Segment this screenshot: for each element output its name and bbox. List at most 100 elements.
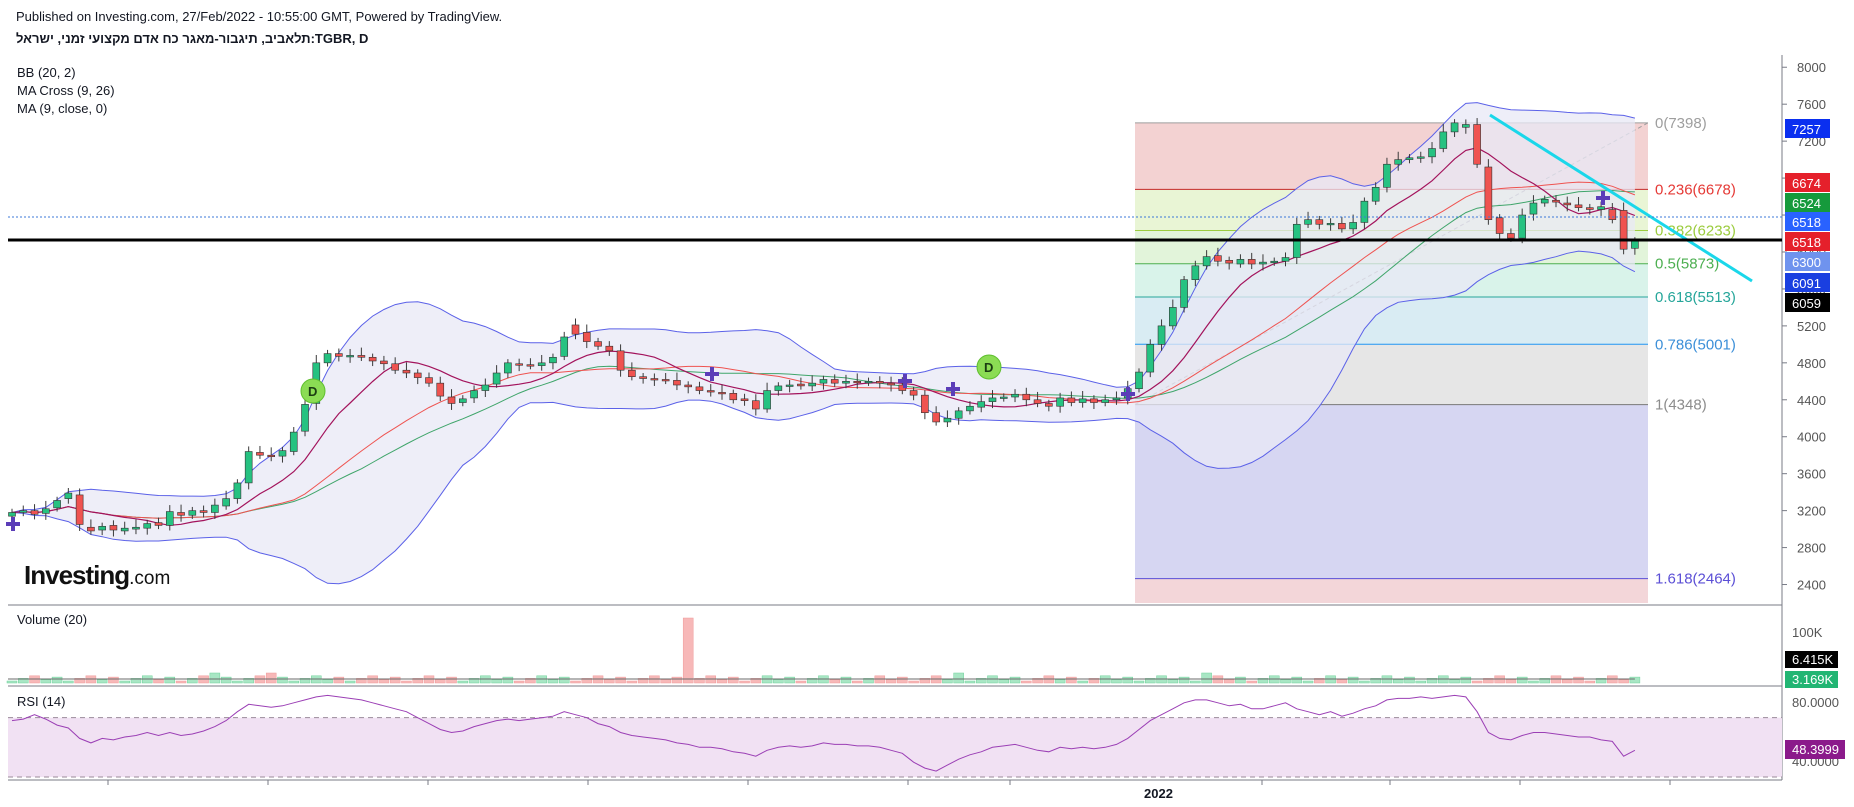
dividend-marker-letter: D	[984, 360, 993, 375]
candle-body	[1011, 393, 1019, 398]
volume-bar	[6, 680, 18, 684]
candle-body	[943, 417, 952, 423]
volume-bar	[773, 679, 784, 684]
candle-body	[244, 451, 253, 484]
volume-bar	[1336, 679, 1348, 684]
candle-body	[1281, 257, 1290, 262]
candle-body	[98, 526, 106, 531]
candle-body	[1157, 325, 1166, 345]
candle-body	[1462, 124, 1470, 128]
candle-body	[188, 510, 197, 516]
volume-bar	[513, 680, 525, 684]
candle-body	[526, 364, 535, 367]
candle-body	[1146, 344, 1155, 373]
volume-bar	[682, 617, 694, 684]
volume-bar	[344, 680, 356, 684]
candle-body	[447, 396, 456, 404]
candle-body	[1270, 260, 1279, 264]
candle-body	[1090, 398, 1098, 403]
price-axis-tick: 7600	[1797, 97, 1826, 112]
candle-body	[436, 382, 445, 397]
candle-body	[177, 512, 185, 516]
volume-bar	[1415, 680, 1426, 684]
candle-body	[1450, 122, 1459, 133]
volume-bar	[1133, 680, 1145, 684]
volume-bar	[1201, 672, 1212, 684]
volume-bar	[175, 680, 187, 684]
volume-bar	[829, 679, 840, 684]
volume-bar	[739, 680, 750, 684]
candle-body	[42, 508, 50, 514]
candle-body	[1101, 399, 1109, 403]
candle-body	[808, 382, 816, 387]
fib-level-label: 0.5(5873)	[1655, 256, 1719, 273]
candle-body	[1045, 403, 1053, 407]
volume-bar	[1505, 679, 1517, 684]
fib-level-label: 0(7398)	[1655, 115, 1707, 132]
candle-body	[515, 363, 523, 366]
candle-body	[222, 498, 230, 507]
volume-bar	[716, 679, 728, 684]
candle-body	[1552, 199, 1560, 203]
volume-bar	[1009, 676, 1021, 684]
candle-body	[1473, 124, 1481, 165]
candle-body	[819, 379, 828, 384]
volume-bar	[942, 679, 953, 684]
volume-bar	[457, 680, 469, 684]
candle-body	[695, 386, 704, 391]
price-chart[interactable]: 0(7398) 0.236(6678) 0.382(6233) 0.5(5873) 0.…	[0, 0, 1854, 807]
candle-body	[1214, 255, 1222, 262]
volume-bar	[784, 676, 795, 684]
volume-bar	[1584, 680, 1596, 684]
candle-body	[1428, 148, 1436, 158]
candle-body	[774, 385, 783, 391]
rsi-line: 80.000040.0000	[8, 695, 1839, 778]
candle-body	[335, 353, 343, 357]
candle-body	[211, 504, 219, 513]
candle-body	[1619, 210, 1628, 250]
candle-body	[143, 523, 152, 529]
candle-body	[120, 527, 129, 532]
candle-body	[1597, 206, 1605, 210]
candle-body	[921, 394, 929, 414]
volume-bar	[885, 679, 897, 684]
candle-body	[1349, 222, 1357, 230]
volume-bar	[1302, 680, 1314, 684]
candle-body	[706, 390, 715, 393]
volume-bar	[1618, 679, 1629, 684]
candle-body	[1191, 265, 1200, 280]
candle-body	[1033, 399, 1042, 404]
price-axis-tick: 4400	[1797, 393, 1826, 408]
volume-axis-tick: 100K	[1792, 625, 1823, 640]
candle-body	[425, 377, 433, 384]
candle-body	[1304, 219, 1312, 225]
candle-body	[1326, 223, 1335, 226]
candle-body	[256, 452, 264, 456]
candle-body	[1225, 259, 1233, 264]
candle-body	[549, 356, 557, 364]
ma-cross-marker	[6, 517, 20, 531]
volume-bar	[1347, 676, 1359, 684]
volume-label: 6.415K	[1792, 652, 1834, 667]
candle-body	[1608, 209, 1617, 220]
candle-body	[797, 383, 805, 387]
candle-body	[132, 526, 140, 530]
volume-bar	[1392, 679, 1404, 684]
fib-level-label: 1(4348)	[1655, 397, 1707, 414]
price-axis-tick: 4800	[1797, 356, 1826, 371]
volume-bar	[220, 676, 232, 684]
candle-body	[1495, 217, 1504, 234]
candle-body	[30, 510, 39, 515]
volume-bar	[232, 680, 243, 684]
fib-level-label: 0.236(6678)	[1655, 181, 1736, 198]
candle-body	[537, 362, 546, 366]
candle-body	[1338, 223, 1346, 230]
candle-body	[887, 382, 895, 386]
candle-body	[999, 396, 1008, 399]
volume-bar	[277, 676, 288, 684]
candle-body	[233, 482, 242, 499]
price-axis-tick: 8000	[1797, 60, 1826, 75]
rsi-label: 48.3999	[1792, 742, 1839, 757]
volume-bar	[1629, 676, 1641, 684]
candle-body	[1416, 156, 1425, 159]
